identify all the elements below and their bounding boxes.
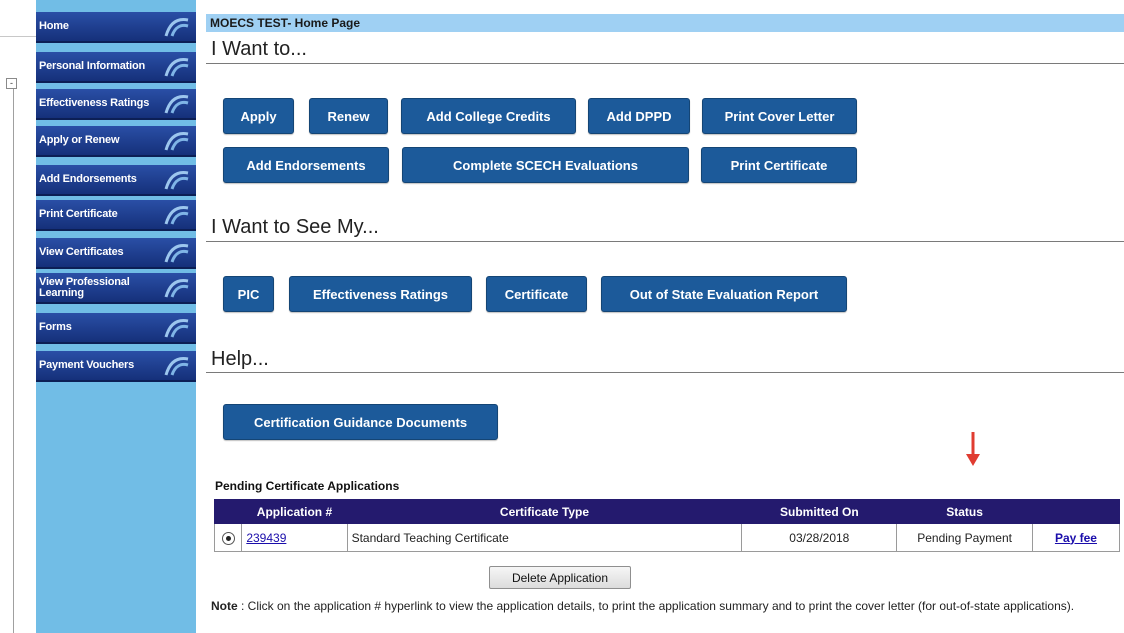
pending-applications-table: Application # Certificate Type Submitted… bbox=[213, 499, 1121, 552]
pay-fee-link[interactable]: Pay fee bbox=[1055, 531, 1097, 545]
note-label: Note bbox=[211, 599, 238, 613]
arrow-down-icon bbox=[966, 432, 980, 466]
select-cell bbox=[213, 523, 243, 552]
sidebar-item-label: Forms bbox=[39, 321, 72, 333]
select-column-header bbox=[213, 499, 243, 524]
sidebar-nav: Home Personal Information Effectiveness … bbox=[36, 0, 196, 633]
sidebar-item-label: Add Endorsements bbox=[39, 173, 137, 185]
column-header-certificate-type: Certificate Type bbox=[346, 499, 743, 524]
certificate-type-cell: Standard Teaching Certificate bbox=[346, 523, 743, 552]
action-cell: Pay fee bbox=[1031, 523, 1121, 552]
sidebar-item-payment-vouchers[interactable]: Payment Vouchers bbox=[36, 351, 196, 382]
application-cell: 239439 bbox=[241, 523, 348, 552]
column-header-action bbox=[1031, 499, 1121, 524]
page-title: MOECS TEST- Home Page bbox=[210, 16, 361, 30]
out-of-state-evaluation-report-button[interactable]: Out of State Evaluation Report bbox=[601, 276, 847, 312]
wave-icon bbox=[164, 357, 189, 376]
page-header-bar: MOECS TEST- Home Page bbox=[206, 14, 1124, 32]
wave-icon bbox=[164, 58, 189, 77]
effectiveness-ratings-button[interactable]: Effectiveness Ratings bbox=[289, 276, 472, 312]
sidebar-item-print-certificate[interactable]: Print Certificate bbox=[36, 200, 196, 231]
sidebar-item-label: Apply or Renew bbox=[39, 134, 120, 146]
wave-icon bbox=[164, 244, 189, 263]
wave-icon bbox=[164, 132, 189, 151]
add-endorsements-button[interactable]: Add Endorsements bbox=[223, 147, 389, 183]
section-title-want-to-see: I Want to See My... bbox=[211, 216, 379, 238]
sidebar-item-view-certificates[interactable]: View Certificates bbox=[36, 238, 196, 269]
column-header-submitted-on: Submitted On bbox=[741, 499, 898, 524]
sidebar-item-effectiveness-ratings[interactable]: Effectiveness Ratings bbox=[36, 89, 196, 120]
submitted-on-cell: 03/28/2018 bbox=[741, 523, 898, 552]
sidebar-item-forms[interactable]: Forms bbox=[36, 313, 196, 344]
note-body: : Click on the application # hyperlink t… bbox=[237, 599, 1075, 613]
apply-button[interactable]: Apply bbox=[223, 98, 294, 134]
sidebar-item-home[interactable]: Home bbox=[36, 12, 196, 43]
wave-icon bbox=[164, 206, 189, 225]
section-divider bbox=[206, 63, 1124, 64]
sidebar-item-add-endorsements[interactable]: Add Endorsements bbox=[36, 165, 196, 196]
wave-icon bbox=[164, 279, 189, 298]
wave-icon bbox=[164, 319, 189, 338]
sidebar-item-apply-or-renew[interactable]: Apply or Renew bbox=[36, 126, 196, 157]
sidebar-item-personal-information[interactable]: Personal Information bbox=[36, 52, 196, 83]
column-header-status: Status bbox=[896, 499, 1033, 524]
application-radio[interactable] bbox=[221, 531, 235, 545]
complete-scech-evaluations-button[interactable]: Complete SCECH Evaluations bbox=[402, 147, 689, 183]
renew-button[interactable]: Renew bbox=[309, 98, 388, 134]
pic-button[interactable]: PIC bbox=[223, 276, 274, 312]
pending-applications-title: Pending Certificate Applications bbox=[215, 479, 400, 493]
print-certificate-button[interactable]: Print Certificate bbox=[701, 147, 857, 183]
table-row: 239439 Standard Teaching Certificate 03/… bbox=[213, 523, 1121, 552]
wave-icon bbox=[164, 171, 189, 190]
section-title-want-to: I Want to... bbox=[211, 38, 307, 60]
frame-left-strip: - bbox=[0, 0, 36, 633]
add-dppd-button[interactable]: Add DPPD bbox=[588, 98, 690, 134]
table-header-row: Application # Certificate Type Submitted… bbox=[213, 499, 1121, 524]
section-title-help: Help... bbox=[211, 348, 269, 370]
tree-line bbox=[13, 78, 14, 633]
wave-icon bbox=[164, 18, 189, 37]
sidebar-item-label: View Professional Learning bbox=[39, 275, 130, 299]
sidebar-item-label: View Certificates bbox=[39, 246, 124, 258]
section-divider bbox=[206, 372, 1124, 373]
status-cell: Pending Payment bbox=[896, 523, 1033, 552]
sidebar-item-label: Print Certificate bbox=[39, 208, 118, 220]
section-divider bbox=[206, 241, 1124, 242]
delete-application-button[interactable]: Delete Application bbox=[489, 566, 631, 589]
sidebar-item-label: Payment Vouchers bbox=[39, 359, 135, 371]
certification-guidance-documents-button[interactable]: Certification Guidance Documents bbox=[223, 404, 498, 440]
wave-icon bbox=[164, 95, 189, 114]
column-header-application: Application # bbox=[241, 499, 348, 524]
note-text: Note : Click on the application # hyperl… bbox=[211, 599, 1116, 614]
certificate-button[interactable]: Certificate bbox=[486, 276, 587, 312]
frame-divider bbox=[0, 36, 36, 37]
sidebar-item-label: Personal Information bbox=[39, 60, 146, 72]
sidebar-item-label: Effectiveness Ratings bbox=[39, 97, 150, 109]
add-college-credits-button[interactable]: Add College Credits bbox=[401, 98, 576, 134]
sidebar-item-label: Home bbox=[39, 20, 69, 32]
collapse-toggle-icon[interactable]: - bbox=[6, 78, 17, 89]
application-link[interactable]: 239439 bbox=[246, 531, 286, 545]
print-cover-letter-button[interactable]: Print Cover Letter bbox=[702, 98, 857, 134]
sidebar-item-view-professional-learning[interactable]: View Professional Learning bbox=[36, 273, 196, 304]
